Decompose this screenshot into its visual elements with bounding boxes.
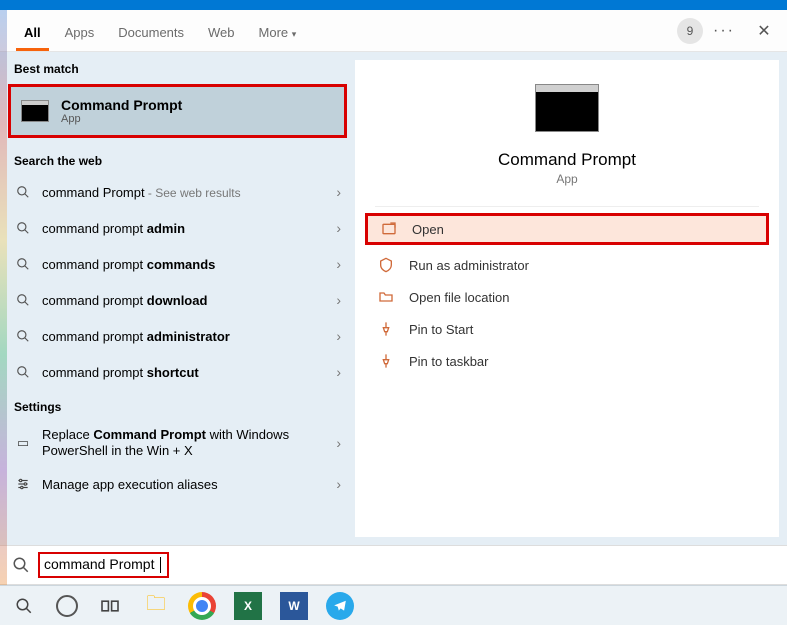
close-icon[interactable]: ✕ — [749, 21, 779, 41]
more-options-icon[interactable]: ··· — [713, 22, 735, 40]
search-input[interactable]: command Prompt — [40, 554, 158, 574]
taskbar: 🗀 X W — [0, 585, 787, 625]
action-run-admin[interactable]: Run as administrator — [365, 249, 769, 281]
web-result[interactable]: command Prompt - See web results › — [0, 174, 355, 210]
window-titlebar — [0, 0, 787, 10]
web-result[interactable]: command prompt admin › — [0, 210, 355, 246]
search-button[interactable] — [10, 592, 38, 620]
excel-icon[interactable]: X — [234, 592, 262, 620]
search-bar: command Prompt — [0, 545, 787, 585]
word-icon[interactable]: W — [280, 592, 308, 620]
preview-title: Command Prompt — [498, 150, 636, 170]
file-explorer-icon[interactable]: 🗀 — [142, 592, 170, 620]
action-label: Open file location — [409, 290, 509, 305]
tab-apps[interactable]: Apps — [57, 15, 103, 51]
action-pin-taskbar[interactable]: Pin to taskbar — [365, 345, 769, 377]
chevron-right-icon: › — [330, 476, 341, 492]
terminal-icon — [535, 84, 599, 132]
terminal-icon — [21, 100, 49, 122]
pin-icon — [377, 353, 395, 369]
best-match-heading: Best match — [0, 52, 355, 82]
best-match-title: Command Prompt — [61, 97, 182, 113]
open-icon — [380, 221, 398, 237]
search-icon — [14, 293, 32, 307]
rewards-counter[interactable]: 9 — [677, 18, 703, 44]
search-header: All Apps Documents Web More ▾ 9 ··· ✕ — [0, 10, 787, 52]
action-label: Pin to Start — [409, 322, 473, 337]
search-icon — [14, 329, 32, 343]
search-icon — [14, 257, 32, 271]
cortana-icon[interactable] — [56, 595, 78, 617]
search-icon — [14, 221, 32, 235]
folder-icon — [377, 289, 395, 305]
best-match-subtitle: App — [61, 113, 182, 125]
tab-documents[interactable]: Documents — [110, 15, 192, 51]
search-icon — [14, 365, 32, 379]
chevron-right-icon: › — [330, 220, 341, 236]
tab-all[interactable]: All — [16, 15, 49, 51]
search-icon — [14, 185, 32, 199]
chevron-right-icon: › — [330, 364, 341, 380]
sliders-icon — [14, 477, 32, 491]
action-open-location[interactable]: Open file location — [365, 281, 769, 313]
filter-tabs: All Apps Documents Web More ▾ — [16, 10, 304, 51]
action-pin-start[interactable]: Pin to Start — [365, 313, 769, 345]
task-view-icon[interactable] — [96, 592, 124, 620]
web-result[interactable]: command prompt download › — [0, 282, 355, 318]
chevron-right-icon: › — [330, 184, 341, 200]
settings-result[interactable]: Manage app execution aliases › — [0, 466, 355, 502]
chrome-icon[interactable] — [188, 592, 216, 620]
chevron-right-icon: › — [330, 256, 341, 272]
tab-more[interactable]: More ▾ — [251, 15, 305, 51]
pin-icon — [377, 321, 395, 337]
preview-subtitle: App — [556, 172, 577, 186]
action-open[interactable]: Open — [365, 213, 769, 245]
results-pane: Best match Command Prompt App Search the… — [0, 52, 355, 545]
web-result[interactable]: command prompt commands › — [0, 246, 355, 282]
telegram-icon[interactable] — [326, 592, 354, 620]
chevron-right-icon: › — [330, 328, 341, 344]
chevron-right-icon: › — [330, 292, 341, 308]
settings-result[interactable]: ▭ Replace Command Prompt with Windows Po… — [0, 420, 355, 466]
action-label: Open — [412, 222, 444, 237]
settings-heading: Settings — [0, 390, 355, 420]
best-match-result[interactable]: Command Prompt App — [8, 84, 347, 138]
search-web-heading: Search the web — [0, 144, 355, 174]
shield-icon — [377, 257, 395, 273]
chevron-right-icon: › — [330, 435, 341, 451]
terminal-icon: ▭ — [14, 435, 32, 451]
action-label: Pin to taskbar — [409, 354, 489, 369]
action-label: Run as administrator — [409, 258, 529, 273]
web-result[interactable]: command prompt shortcut › — [0, 354, 355, 390]
search-icon — [12, 556, 30, 574]
text-caret — [160, 557, 161, 573]
web-result[interactable]: command prompt administrator › — [0, 318, 355, 354]
tab-web[interactable]: Web — [200, 15, 243, 51]
search-input-highlight: command Prompt — [38, 552, 169, 578]
preview-pane: Command Prompt App Open Run as administr… — [355, 60, 779, 537]
